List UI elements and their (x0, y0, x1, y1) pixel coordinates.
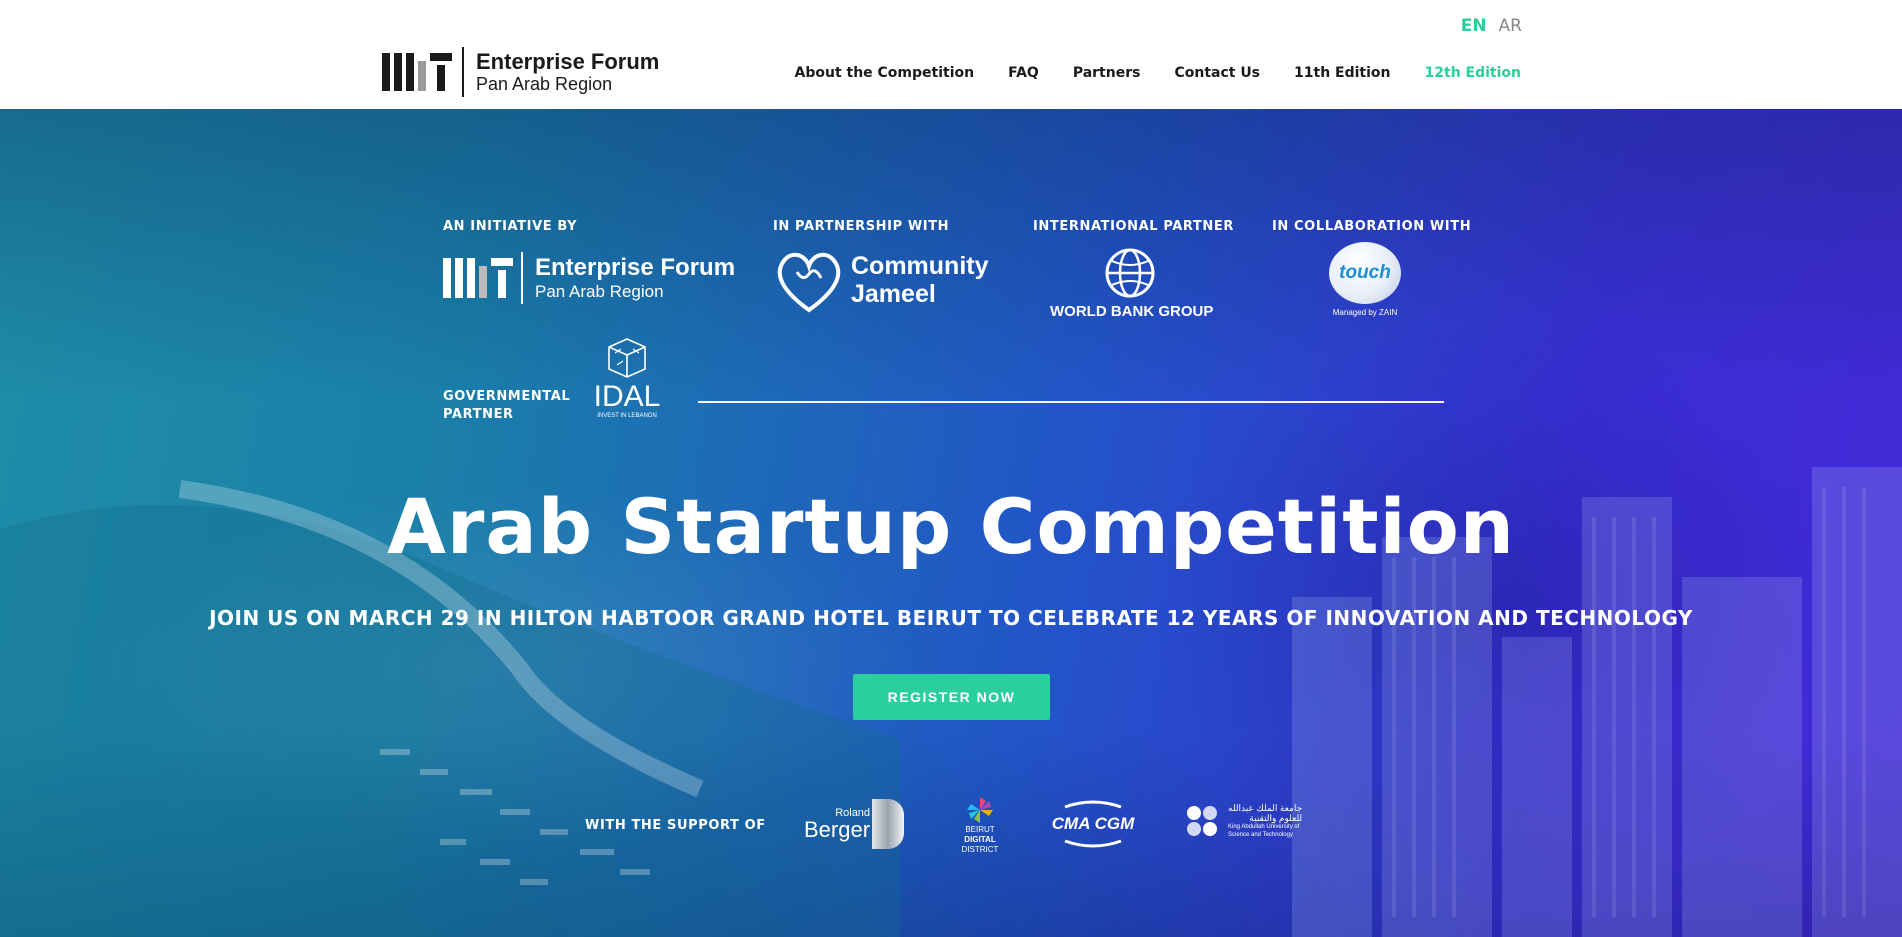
hero-title: Arab Startup Competition (387, 482, 1515, 571)
sponsor-cma-cgm[interactable]: CMA CGM (1045, 799, 1141, 849)
mit-logo-icon (443, 258, 513, 298)
partner-idal-sub: INVEST IN LEBANON (597, 413, 657, 419)
partner-community-jameel[interactable]: Community Jameel (773, 244, 989, 316)
logo-divider (462, 47, 464, 97)
world-bank-globe-icon (1105, 248, 1155, 298)
label-partnership: IN PARTNERSHIP WITH (773, 219, 950, 234)
partner-world-bank[interactable]: WORLD BANK GROUP (1050, 247, 1214, 320)
nav-about[interactable]: About the Competition (795, 65, 975, 81)
bdd-logo-icon (967, 797, 993, 823)
logo-subtitle: Pan Arab Region (476, 74, 613, 94)
language-switcher: EN AR (1461, 16, 1522, 36)
nav-faq[interactable]: FAQ (1008, 65, 1039, 81)
partner-world-bank-name: WORLD BANK GROUP (1050, 303, 1214, 320)
partner-idal[interactable]: IDAL INVEST IN LEBANON (590, 335, 664, 419)
partner-touch-sub: Managed by ZAIN (1332, 308, 1398, 317)
nav-contact[interactable]: Contact Us (1174, 65, 1260, 81)
label-initiative: AN INITIATIVE BY (443, 219, 578, 234)
hero-banner: AN INITIATIVE BY IN PARTNERSHIP WITH INT… (0, 109, 1902, 937)
roland-berger-icon (872, 799, 905, 849)
hero-subtitle: JOIN US ON MARCH 29 IN HILTON HABTOOR GR… (209, 606, 1693, 630)
label-governmental-1: GOVERNMENTAL (443, 389, 571, 404)
sponsor-kaust-en1: King Abdullah University of (1228, 824, 1300, 830)
sponsor-bdd-line2: DIGITAL (964, 835, 996, 844)
logo-title: Enterprise Forum (476, 49, 660, 74)
sponsor-kaust-ar1: جامعة الملك عبدالله (1228, 803, 1303, 813)
partner-mit-logo[interactable]: Enterprise Forum Pan Arab Region (443, 252, 735, 304)
label-international: INTERNATIONAL PARTNER (1033, 219, 1234, 234)
label-support: WITH THE SUPPORT OF (585, 818, 766, 833)
sponsor-roland-berger[interactable]: Roland Berger (804, 799, 905, 849)
nav-11th-edition[interactable]: 11th Edition (1294, 65, 1390, 81)
sponsor-beirut-digital-district[interactable]: BEIRUT DIGITAL DISTRICT (955, 795, 1005, 855)
hero-divider (698, 401, 1444, 403)
partner-touch[interactable]: touch Managed by ZAIN (1320, 242, 1410, 317)
nav-12th-edition[interactable]: 12th Edition (1425, 65, 1521, 81)
mit-enterprise-forum-logo[interactable]: Enterprise Forum Pan Arab Region (382, 46, 659, 98)
main-nav: About the Competition FAQ Partners Conta… (795, 65, 1522, 81)
partner-touch-name: touch (1339, 262, 1391, 283)
lang-en[interactable]: EN (1461, 16, 1487, 36)
sponsor-kaust-ar2: للعلوم والتقنية (1249, 813, 1303, 823)
partner-idal-name: IDAL (593, 380, 661, 413)
partner-mit-title: Enterprise Forum (535, 254, 736, 281)
sponsor-cma-name: CMA CGM (1051, 814, 1135, 833)
label-collaboration: IN COLLABORATION WITH (1272, 219, 1472, 234)
site-header: Enterprise Forum Pan Arab Region EN AR A… (0, 0, 1902, 109)
partner-jameel-line1: Community (851, 252, 989, 280)
city-skyline-image (1292, 467, 1902, 937)
touch-logo-icon: touch (1329, 242, 1401, 304)
sponsor-bdd-line1: BEIRUT (965, 825, 995, 834)
mit-logo-icon (382, 53, 452, 91)
sponsor-kaust-en2: Science and Technology (1228, 832, 1293, 838)
partner-jameel-line2: Jameel (851, 280, 936, 308)
nav-partners[interactable]: Partners (1073, 65, 1141, 81)
kaust-logo-icon (1187, 806, 1217, 836)
register-now-button[interactable]: REGISTER NOW (853, 674, 1050, 720)
sponsor-bdd-line3: DISTRICT (961, 845, 999, 854)
jameel-heart-icon (777, 252, 841, 313)
idal-cube-icon (608, 338, 646, 378)
label-governmental-2: PARTNER (443, 407, 514, 422)
sponsor-roland-line2: Berger (804, 816, 871, 842)
sponsor-kaust[interactable]: جامعة الملك عبدالله للعلوم والتقنية King… (1182, 801, 1302, 841)
lang-ar[interactable]: AR (1499, 16, 1522, 36)
partner-mit-subtitle: Pan Arab Region (535, 282, 664, 301)
